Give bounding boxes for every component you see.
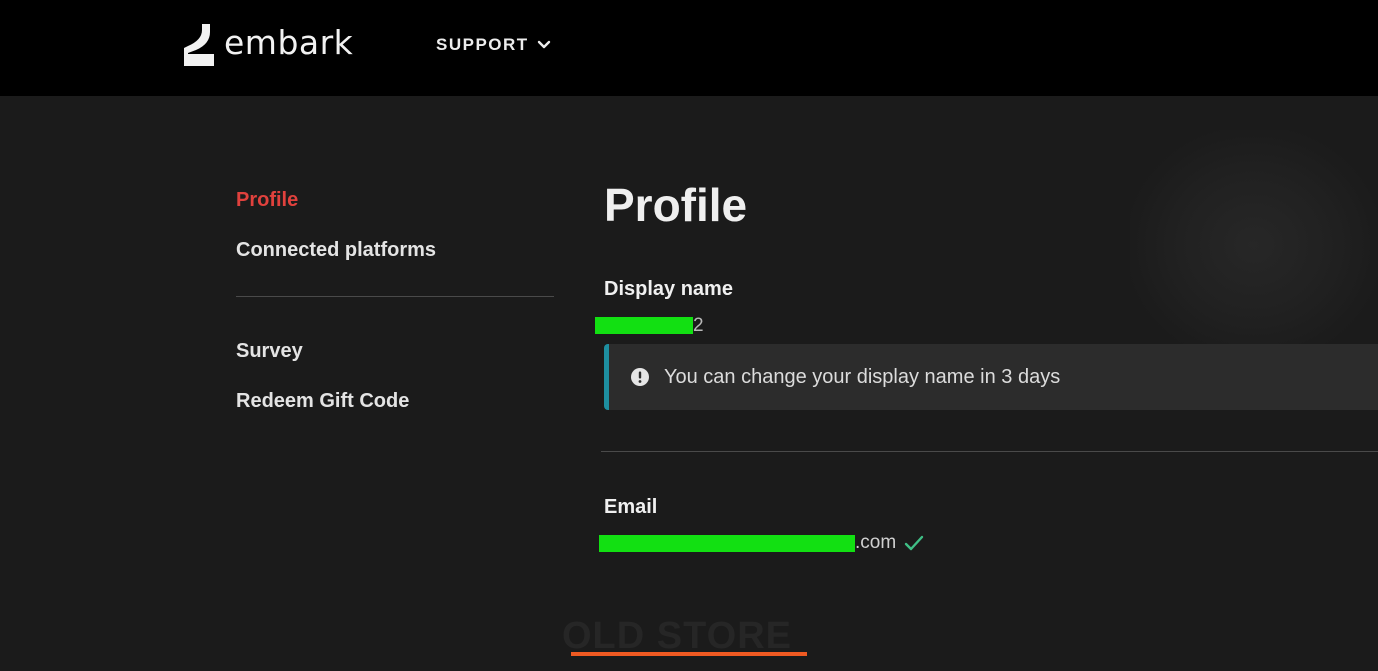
support-menu-label: SUPPORT xyxy=(436,35,529,54)
old-store-underline xyxy=(571,652,807,656)
display-name-label: Display name xyxy=(604,278,733,300)
display-name-change-notice: You can change your display name in 3 da… xyxy=(604,344,1378,410)
sidebar-divider xyxy=(236,296,554,297)
sidebar-item-profile[interactable]: Profile xyxy=(236,186,554,214)
sidebar-item-connected-platforms[interactable]: Connected platforms xyxy=(236,236,554,264)
email-visible-suffix: .com xyxy=(855,532,897,553)
alert-circle-icon xyxy=(631,368,649,386)
sidebar-item-redeem-gift-code[interactable]: Redeem Gift Code xyxy=(236,387,554,415)
check-icon xyxy=(904,535,924,551)
notice-text: You can change your display name in 3 da… xyxy=(664,365,1061,388)
top-navigation-bar: embark SUPPORT xyxy=(0,0,1378,96)
logo-text: embark xyxy=(224,22,354,62)
section-divider xyxy=(601,451,1378,452)
support-menu-button[interactable]: SUPPORT xyxy=(436,35,551,55)
account-sidebar: Profile Connected platforms Survey Redee… xyxy=(236,186,554,415)
page-title: Profile xyxy=(604,179,748,231)
sidebar-item-survey[interactable]: Survey xyxy=(236,337,554,365)
redacted-email xyxy=(599,534,855,552)
embark-logo-mark-icon xyxy=(184,24,214,66)
embark-logo[interactable]: embark xyxy=(184,24,353,66)
profile-main-content: Profile Display name 2 You can change yo… xyxy=(595,178,1378,556)
redacted-display-name xyxy=(595,317,693,335)
chevron-down-icon xyxy=(537,40,550,49)
display-name-value: 2 xyxy=(595,314,1378,338)
display-name-visible-suffix: 2 xyxy=(693,315,704,336)
email-label: Email xyxy=(604,496,658,518)
old-store-overlay-text: OLD STORE xyxy=(562,615,792,657)
email-value: .com xyxy=(599,530,1378,556)
